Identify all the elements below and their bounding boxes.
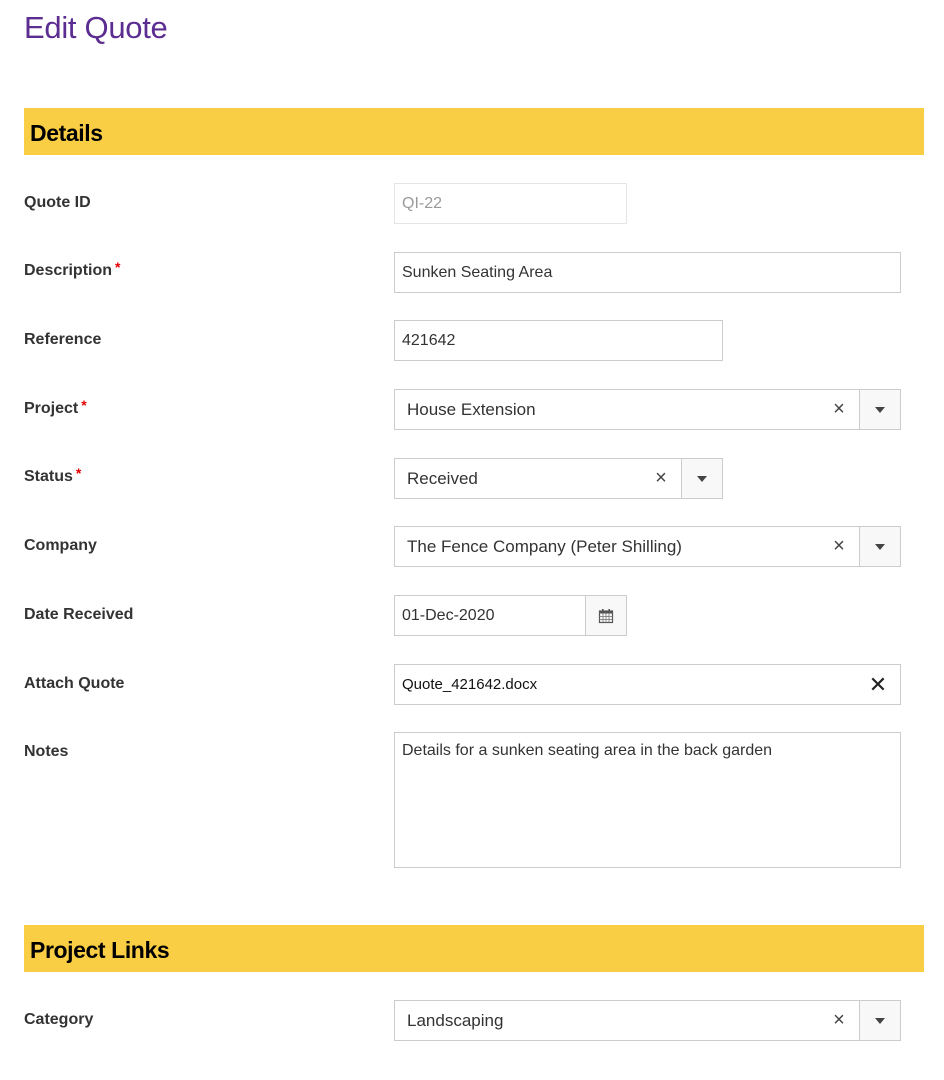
section-title: Project Links: [30, 937, 170, 963]
notes-textarea[interactable]: Details for a sunken seating area in the…: [394, 732, 901, 868]
clear-icon[interactable]: ×: [819, 535, 859, 558]
section-project-links-header: Project Links: [24, 925, 924, 972]
notes-label: Notes: [24, 743, 68, 761]
clear-icon[interactable]: ×: [641, 467, 681, 490]
dropdown-button[interactable]: [681, 459, 722, 498]
reference-input[interactable]: 421642: [394, 320, 723, 361]
project-label: Project *: [24, 397, 87, 418]
project-select[interactable]: House Extension ×: [394, 389, 901, 430]
label-text: Company: [24, 537, 97, 554]
required-marker: *: [81, 397, 87, 413]
date-received-input[interactable]: 01-Dec-2020: [394, 595, 627, 636]
label-text: Notes: [24, 743, 69, 760]
label-text: Category: [24, 1011, 94, 1028]
quote-id-value: QI-22: [402, 194, 443, 212]
company-value: The Fence Company (Peter Shilling): [407, 536, 682, 556]
reference-value: 421642: [402, 331, 456, 349]
company-select[interactable]: The Fence Company (Peter Shilling) ×: [394, 526, 901, 567]
date-picker-button[interactable]: [585, 596, 626, 635]
caret-down-icon: [697, 475, 707, 482]
quote-id-label: Quote ID: [24, 194, 91, 212]
label-text: Status: [24, 468, 73, 485]
page-title: Edit Quote: [24, 10, 168, 45]
caret-down-icon: [875, 1017, 885, 1024]
clear-icon[interactable]: ×: [819, 1009, 859, 1032]
dropdown-button[interactable]: [859, 1001, 900, 1040]
label-text: Date Received: [24, 606, 134, 623]
dropdown-button[interactable]: [859, 527, 900, 566]
section-details-header: Details: [24, 108, 924, 155]
project-value: House Extension: [407, 399, 536, 419]
category-select[interactable]: Landscaping ×: [394, 1000, 901, 1041]
required-marker: *: [115, 259, 121, 275]
status-label: Status *: [24, 465, 82, 486]
description-label: Description *: [24, 259, 121, 280]
caret-down-icon: [875, 543, 885, 550]
quote-id-field: QI-22: [394, 183, 627, 224]
reference-label: Reference: [24, 331, 101, 349]
label-text: Description: [24, 262, 113, 279]
label-text: Attach Quote: [24, 675, 125, 692]
required-marker: *: [75, 465, 82, 481]
description-value: Sunken Seating Area: [402, 263, 553, 281]
category-value: Landscaping: [407, 1010, 504, 1030]
status-select[interactable]: Received ×: [394, 458, 723, 499]
description-input[interactable]: Sunken Seating Area: [394, 252, 901, 293]
date-received-value: 01-Dec-2020: [402, 606, 495, 624]
label-text: Quote ID: [24, 194, 91, 211]
status-value: Received: [407, 468, 478, 488]
attached-file-name[interactable]: Quote_421642.docx: [395, 676, 856, 693]
attach-quote-field[interactable]: Quote_421642.docx ✕: [394, 664, 901, 705]
date-received-label: Date Received: [24, 606, 133, 624]
company-label: Company: [24, 537, 97, 555]
dropdown-button[interactable]: [859, 390, 900, 429]
clear-icon[interactable]: ×: [819, 398, 859, 421]
attach-quote-label: Attach Quote: [24, 675, 124, 693]
label-text: Reference: [24, 331, 102, 348]
caret-down-icon: [875, 406, 885, 413]
label-text: Project: [24, 400, 79, 417]
remove-file-icon[interactable]: ✕: [856, 672, 900, 698]
calendar-icon: [598, 608, 614, 623]
category-label: Category: [24, 1011, 93, 1029]
section-title: Details: [30, 120, 103, 146]
